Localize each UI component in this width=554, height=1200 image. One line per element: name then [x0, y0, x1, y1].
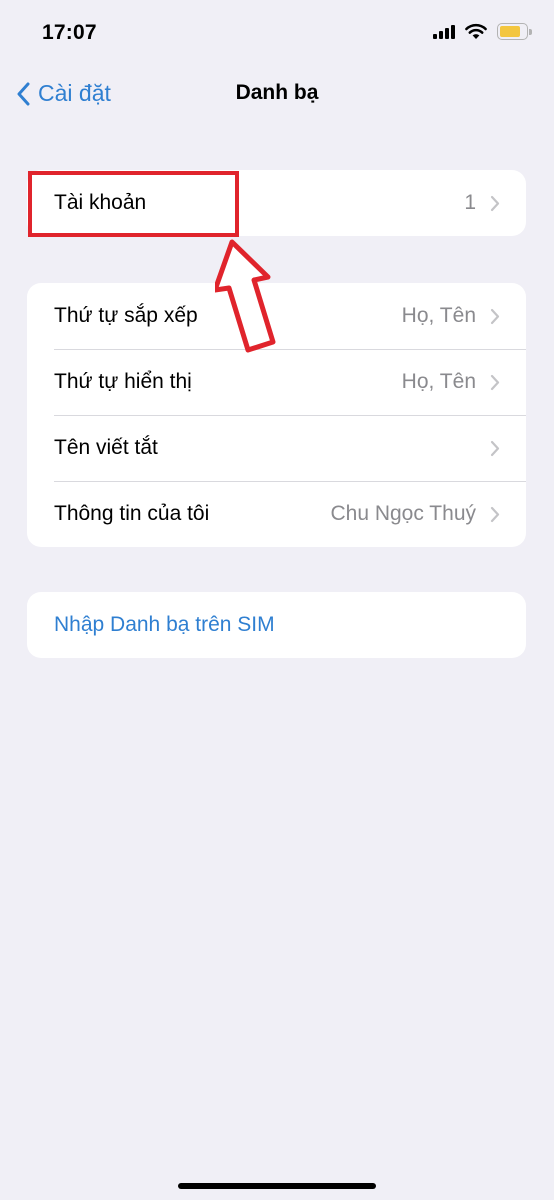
import-group: Nhập Danh bạ trên SIM — [27, 592, 526, 658]
row-label: Tên viết tắt — [54, 436, 158, 459]
settings-group: Thứ tự sắp xếp Họ, Tên Thứ tự hiển thị H… — [27, 283, 526, 547]
wifi-icon — [465, 23, 487, 39]
import-sim-contacts-button[interactable]: Nhập Danh bạ trên SIM — [27, 592, 526, 658]
sort-order-row[interactable]: Thứ tự sắp xếp Họ, Tên — [27, 283, 526, 349]
row-value: Họ, Tên — [401, 370, 476, 393]
chevron-right-icon — [490, 506, 500, 522]
accounts-group: Tài khoản 1 — [27, 170, 526, 236]
row-label: Thứ tự sắp xếp — [54, 304, 198, 327]
cellular-signal-icon — [433, 24, 455, 39]
screen: 17:07 Cài đặt Danh bạ Tài khoản 1 Thứ tự… — [0, 0, 554, 1200]
chevron-right-icon — [490, 308, 500, 324]
chevron-right-icon — [490, 374, 500, 390]
navigation-bar: Cài đặt Danh bạ — [0, 70, 554, 118]
page-title: Danh bạ — [235, 81, 319, 104]
short-name-row[interactable]: Tên viết tắt — [27, 415, 526, 481]
battery-level — [500, 25, 520, 37]
row-label: Thứ tự hiển thị — [54, 370, 192, 393]
display-order-row[interactable]: Thứ tự hiển thị Họ, Tên — [27, 349, 526, 415]
chevron-right-icon — [490, 195, 500, 211]
battery-icon — [497, 22, 532, 40]
my-info-row[interactable]: Thông tin của tôi Chu Ngọc Thuý — [27, 481, 526, 547]
home-indicator — [178, 1183, 376, 1189]
status-icons — [433, 22, 532, 40]
row-value: Chu Ngọc Thuý — [330, 502, 476, 525]
accounts-row[interactable]: Tài khoản 1 — [27, 170, 526, 236]
chevron-right-icon — [490, 440, 500, 456]
row-value: 1 — [464, 191, 476, 214]
status-time: 17:07 — [42, 21, 97, 44]
import-sim-contacts-label: Nhập Danh bạ trên SIM — [54, 613, 275, 636]
row-value: Họ, Tên — [401, 304, 476, 327]
row-label: Tài khoản — [54, 191, 147, 214]
row-label: Thông tin của tôi — [54, 502, 210, 525]
status-bar: 17:07 — [0, 0, 554, 64]
